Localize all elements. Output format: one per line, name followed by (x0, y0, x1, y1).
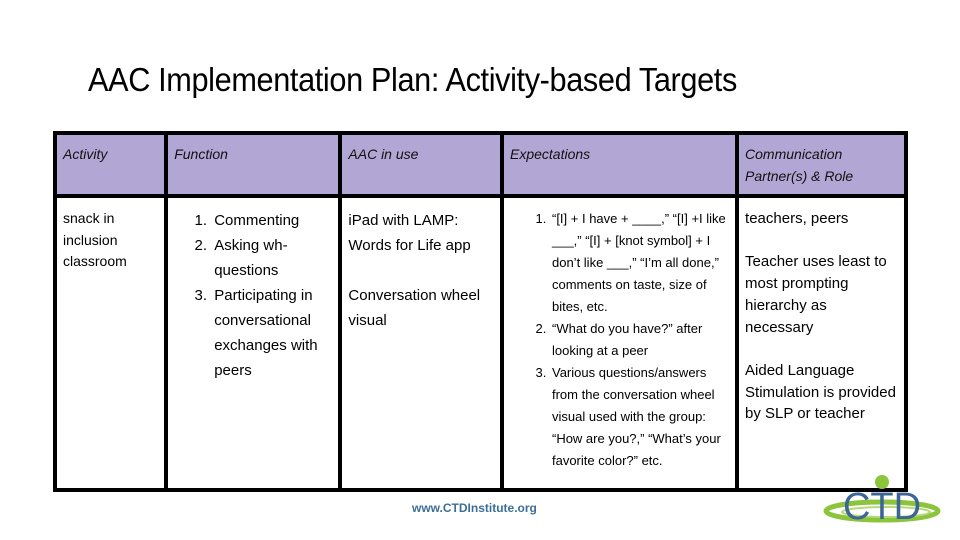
cell-function: Commenting Asking wh-questions Participa… (164, 194, 343, 492)
cell-expectations: “[I] + I have + ____,” “[I] +I like ___,… (499, 194, 740, 492)
expectation-item: “What do you have?” after looking at a p… (550, 318, 729, 362)
expectations-list: “[I] + I have + ____,” “[I] +I like ___,… (510, 208, 729, 472)
header-expectations: Expectations (499, 131, 740, 198)
function-item: Commenting (211, 208, 332, 233)
footer-url-link[interactable]: www.CTDInstitute.org (412, 501, 537, 515)
slide-title: AAC Implementation Plan: Activity-based … (88, 61, 737, 98)
logo-text: CTD (843, 486, 921, 527)
function-list: Commenting Asking wh-questions Participa… (174, 208, 332, 383)
ctd-logo-icon: CTD (823, 475, 941, 527)
implementation-plan-table: Activity Function AAC in use Expectation… (52, 131, 908, 492)
aac-item: iPad with LAMP: Words for Life app (348, 212, 471, 254)
function-item: Asking wh-questions (211, 233, 332, 283)
partner-item: teachers, peers (745, 210, 849, 227)
cell-aac-in-use: iPad with LAMP: Words for Life app Conve… (338, 194, 504, 492)
partner-item: Teacher uses least to most prompting hie… (745, 253, 887, 336)
aac-item: Conversation wheel visual (348, 287, 481, 329)
header-activity: Activity (52, 131, 169, 198)
cell-activity: snack in inclusion classroom (52, 194, 169, 492)
table-row: snack in inclusion classroom Commenting … (52, 194, 908, 492)
expectation-item: Various questions/answers from the conve… (550, 362, 729, 472)
cell-communication-partners: teachers, peers Teacher uses least to mo… (735, 194, 908, 492)
header-function: Function (164, 131, 343, 198)
partner-item: Aided Language Stimulation is provided b… (745, 361, 896, 423)
header-aac-in-use: AAC in use (338, 131, 504, 198)
header-communication-partners: Communication Partner(s) & Role (735, 131, 908, 198)
expectation-item: “[I] + I have + ____,” “[I] +I like ___,… (550, 208, 729, 318)
function-item: Participating in conversational exchange… (211, 283, 332, 383)
table-header-row: Activity Function AAC in use Expectation… (52, 131, 908, 198)
